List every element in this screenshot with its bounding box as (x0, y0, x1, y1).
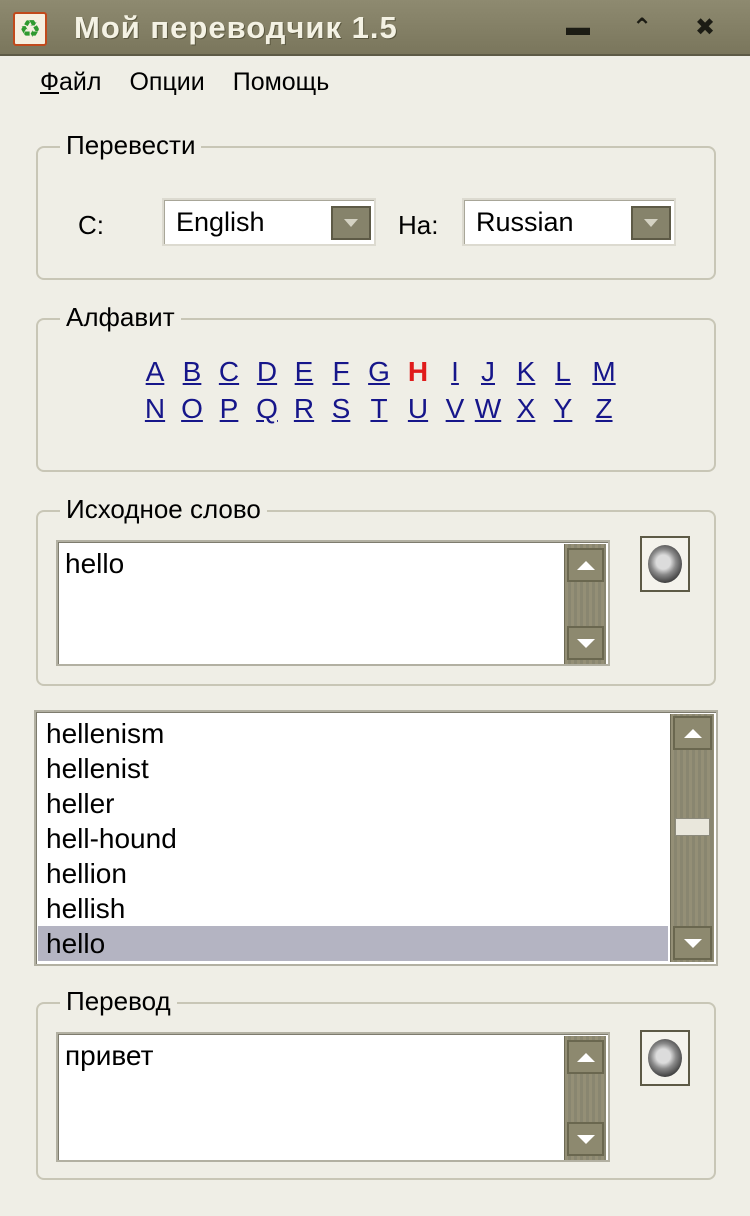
letter-link-i[interactable]: I (440, 356, 470, 388)
list-item[interactable]: heller (38, 786, 668, 821)
list-item[interactable]: hello (38, 926, 668, 961)
recycle-icon[interactable]: ♻ (13, 12, 47, 46)
chevron-down-icon (644, 219, 658, 227)
list-item[interactable]: hellion (38, 856, 668, 891)
to-label: На: (398, 210, 439, 240)
maximize-icon: ⌃ (631, 14, 653, 41)
source-word-text: hello (65, 548, 125, 579)
translation-legend: Перевод (60, 986, 177, 1017)
letter-link-h[interactable]: H (403, 356, 433, 388)
speak-translation-button[interactable] (640, 1030, 690, 1086)
scroll-down-button[interactable] (673, 926, 712, 960)
speaker-icon (648, 1039, 682, 1077)
letter-link-a[interactable]: A (140, 356, 170, 388)
speaker-icon (648, 545, 682, 583)
letter-link-z[interactable]: Z (589, 393, 619, 425)
from-language-value: English (176, 207, 265, 237)
to-language-select[interactable]: Russian (462, 198, 676, 246)
arrow-up-icon (683, 728, 702, 738)
scroll-up-button[interactable] (567, 1040, 604, 1074)
arrow-down-icon (576, 638, 595, 648)
letter-link-p[interactable]: P (214, 393, 244, 425)
from-dropdown-button[interactable] (331, 206, 371, 240)
from-label: С: (78, 210, 104, 240)
arrow-down-icon (576, 1134, 595, 1144)
letter-link-e[interactable]: E (289, 356, 319, 388)
to-dropdown-button[interactable] (631, 206, 671, 240)
speak-source-button[interactable] (640, 536, 690, 592)
translation-scrollbar[interactable] (564, 1036, 606, 1160)
letter-link-m[interactable]: M (589, 356, 619, 388)
from-language-select[interactable]: English (162, 198, 376, 246)
letter-link-b[interactable]: B (177, 356, 207, 388)
list-item[interactable]: hell-hound (38, 821, 668, 856)
letter-link-n[interactable]: N (140, 393, 170, 425)
list-item[interactable]: hellenist (38, 751, 668, 786)
letter-link-s[interactable]: S (326, 393, 356, 425)
close-button[interactable]: ✖ (689, 13, 721, 43)
list-item[interactable]: hellenism (38, 716, 668, 751)
letter-link-l[interactable]: L (548, 356, 578, 388)
source-word-input[interactable]: hello (56, 540, 610, 666)
source-word-legend: Исходное слово (60, 494, 267, 525)
arrow-up-icon (576, 560, 595, 570)
letter-link-q[interactable]: Q (252, 393, 282, 425)
chevron-down-icon (344, 219, 358, 227)
list-item[interactable]: hellish (38, 891, 668, 926)
title-bar[interactable]: ♻ Мой переводчик 1.5 ▬ ⌃ ✖ (0, 0, 750, 56)
letter-link-x[interactable]: X (511, 393, 541, 425)
close-icon: ✖ (694, 14, 716, 41)
menu-file[interactable]: Файл (40, 68, 101, 102)
letter-link-d[interactable]: D (252, 356, 282, 388)
translate-legend: Перевести (60, 130, 202, 161)
letter-link-c[interactable]: C (214, 356, 244, 388)
to-language-value: Russian (476, 207, 574, 237)
letter-link-f[interactable]: F (326, 356, 356, 388)
translation-output[interactable]: привет (56, 1032, 610, 1162)
scroll-up-button[interactable] (673, 716, 712, 750)
menu-options[interactable]: Опции (129, 68, 204, 102)
menu-bar: Файл Опции Помощь (40, 68, 329, 102)
letter-link-v[interactable]: V (440, 393, 470, 425)
scroll-down-button[interactable] (567, 1122, 604, 1156)
letter-link-y[interactable]: Y (548, 393, 578, 425)
arrow-down-icon (683, 938, 702, 948)
menu-help[interactable]: Помощь (233, 68, 330, 102)
letter-link-w[interactable]: W (473, 393, 503, 425)
translation-text: привет (65, 1040, 154, 1071)
minimize-button[interactable]: ▬ (562, 13, 594, 43)
scroll-up-button[interactable] (567, 548, 604, 582)
maximize-button[interactable]: ⌃ (626, 13, 658, 43)
arrow-up-icon (576, 1052, 595, 1062)
scroll-thumb[interactable] (675, 818, 710, 836)
translate-group: Перевести С: English На: Russian (36, 130, 716, 280)
letter-link-j[interactable]: J (473, 356, 503, 388)
letter-link-g[interactable]: G (364, 356, 394, 388)
letter-link-t[interactable]: T (364, 393, 394, 425)
word-list[interactable]: hellenism hellenist heller hell-hound hellio… (34, 710, 718, 966)
letter-link-r[interactable]: R (289, 393, 319, 425)
letter-link-o[interactable]: O (177, 393, 207, 425)
word-list-scrollbar[interactable] (670, 714, 714, 962)
window-title: Мой переводчик 1.5 (74, 10, 398, 45)
letter-link-u[interactable]: U (403, 393, 433, 425)
source-scrollbar[interactable] (564, 544, 606, 664)
letter-link-k[interactable]: K (511, 356, 541, 388)
scroll-down-button[interactable] (567, 626, 604, 660)
minimize-icon: ▬ (566, 14, 590, 41)
alphabet-legend: Алфавит (60, 302, 181, 333)
